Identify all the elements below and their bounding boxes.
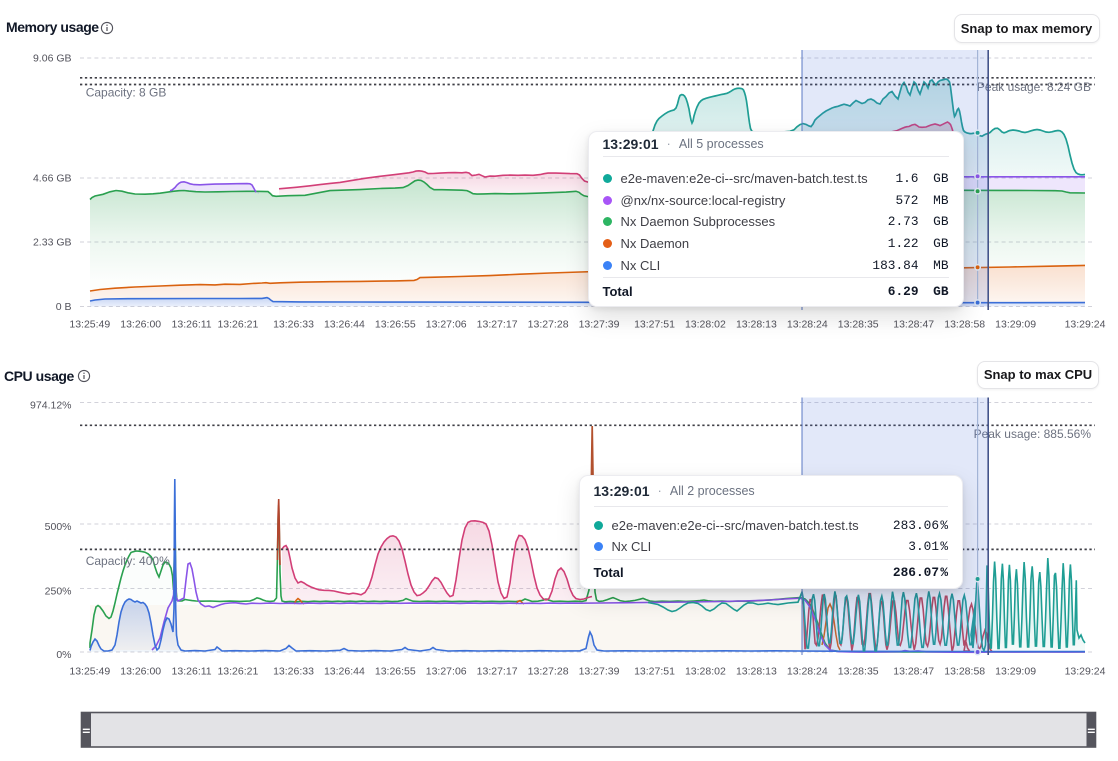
- svg-text:13:29:24: 13:29:24: [1065, 666, 1106, 678]
- svg-text:0 B: 0 B: [56, 301, 72, 313]
- svg-text:Capacity: 8 GB: Capacity: 8 GB: [86, 86, 167, 100]
- svg-text:13:26:33: 13:26:33: [273, 319, 314, 331]
- svg-text:9.06 GB: 9.06 GB: [33, 53, 72, 65]
- svg-text:13:28:35: 13:28:35: [838, 666, 879, 678]
- svg-text:500%: 500%: [45, 521, 72, 533]
- svg-text:13:27:39: 13:27:39: [579, 319, 620, 331]
- svg-text:13:26:11: 13:26:11: [172, 666, 212, 678]
- svg-text:13:27:06: 13:27:06: [426, 319, 467, 331]
- svg-text:13:28:47: 13:28:47: [893, 319, 934, 331]
- svg-text:13:25:49: 13:25:49: [69, 319, 110, 331]
- svg-text:13:26:55: 13:26:55: [375, 319, 416, 331]
- svg-text:13:29:09: 13:29:09: [995, 666, 1036, 678]
- svg-text:13:28:24: 13:28:24: [787, 666, 828, 678]
- svg-text:13:28:02: 13:28:02: [685, 319, 726, 331]
- svg-text:13:26:21: 13:26:21: [217, 666, 258, 678]
- svg-text:250%: 250%: [45, 586, 72, 598]
- svg-text:Peak usage: 885.56%: Peak usage: 885.56%: [974, 427, 1092, 441]
- svg-text:2.33 GB: 2.33 GB: [33, 237, 72, 249]
- svg-text:13:28:24: 13:28:24: [787, 319, 828, 331]
- svg-text:13:27:28: 13:27:28: [528, 319, 569, 331]
- svg-text:974.12%: 974.12%: [30, 400, 71, 412]
- svg-text:13:26:55: 13:26:55: [375, 666, 416, 678]
- svg-text:4.66 GB: 4.66 GB: [33, 173, 72, 185]
- svg-text:13:26:11: 13:26:11: [172, 319, 212, 331]
- svg-text:13:27:51: 13:27:51: [634, 666, 675, 678]
- svg-text:13:28:13: 13:28:13: [736, 319, 777, 331]
- svg-text:13:26:44: 13:26:44: [324, 666, 365, 678]
- svg-text:13:26:44: 13:26:44: [324, 319, 365, 331]
- svg-text:13:27:51: 13:27:51: [634, 319, 675, 331]
- svg-text:13:26:00: 13:26:00: [120, 319, 161, 331]
- svg-text:13:29:09: 13:29:09: [995, 319, 1036, 331]
- svg-text:13:26:00: 13:26:00: [120, 666, 161, 678]
- svg-text:13:27:17: 13:27:17: [477, 666, 518, 678]
- svg-text:13:29:24: 13:29:24: [1065, 319, 1106, 331]
- svg-text:Peak usage: 8.24 GB: Peak usage: 8.24 GB: [977, 80, 1091, 94]
- svg-text:Capacity: 400%: Capacity: 400%: [86, 554, 170, 568]
- svg-text:13:27:28: 13:27:28: [528, 666, 569, 678]
- svg-text:13:27:17: 13:27:17: [477, 319, 518, 331]
- svg-text:13:26:33: 13:26:33: [273, 666, 314, 678]
- svg-text:13:28:58: 13:28:58: [944, 666, 985, 678]
- svg-text:13:28:35: 13:28:35: [838, 319, 879, 331]
- svg-text:13:28:47: 13:28:47: [893, 666, 934, 678]
- svg-text:13:26:21: 13:26:21: [217, 319, 258, 331]
- svg-text:13:28:58: 13:28:58: [944, 319, 985, 331]
- svg-text:13:28:02: 13:28:02: [685, 666, 726, 678]
- svg-text:13:25:49: 13:25:49: [69, 666, 110, 678]
- svg-text:13:28:13: 13:28:13: [736, 666, 777, 678]
- svg-text:0%: 0%: [56, 649, 71, 661]
- svg-text:13:27:39: 13:27:39: [579, 666, 620, 678]
- svg-text:13:27:06: 13:27:06: [426, 666, 467, 678]
